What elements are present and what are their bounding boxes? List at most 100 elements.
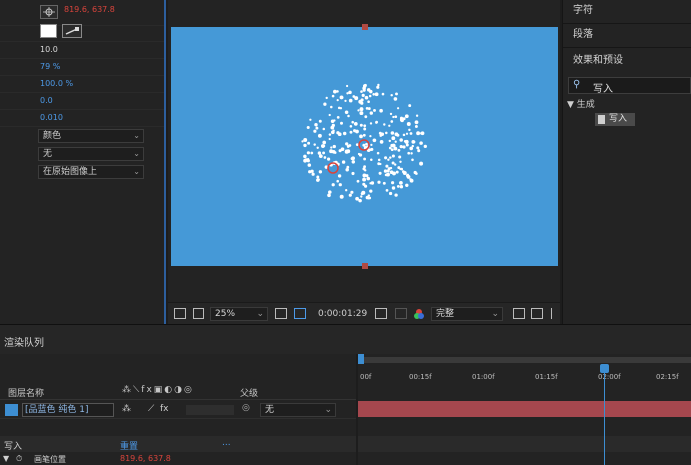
- shy-switch-icon[interactable]: ⁂: [122, 404, 131, 414]
- snapshot-icon[interactable]: [174, 308, 186, 319]
- quality-switch-icon[interactable]: ⟋: [148, 404, 154, 414]
- brush-position-value[interactable]: 819.6, 637.8: [64, 5, 115, 14]
- particle-dot: [313, 129, 317, 133]
- paint-style-dropdown[interactable]: 颜色 ⌄: [38, 129, 144, 143]
- layer-color-label[interactable]: [5, 404, 18, 416]
- panel-paragraph[interactable]: 段落: [563, 24, 691, 48]
- particle-dot: [345, 142, 349, 146]
- particle-dot: [330, 105, 333, 109]
- effect-row[interactable]: 写入 重置 ...: [0, 436, 356, 452]
- property-row[interactable]: ▼ ⏱ 画笔位置 819.6, 637.8: [0, 453, 356, 465]
- number-value-2[interactable]: 0.0: [40, 96, 53, 105]
- triangle-down-icon[interactable]: ▼: [3, 454, 9, 463]
- layer-duration-bar[interactable]: [358, 401, 691, 417]
- effect-options-link[interactable]: ...: [222, 438, 231, 448]
- particle-dot: [346, 165, 350, 169]
- particle-dot: [379, 140, 384, 144]
- percent-value-1[interactable]: 79 %: [40, 62, 60, 71]
- particle-dot: [376, 151, 380, 155]
- monitor-icon[interactable]: [193, 308, 204, 319]
- panel-characters[interactable]: 字符: [563, 0, 691, 24]
- resolution-dropdown[interactable]: 完整 ⌄: [431, 307, 503, 321]
- particle-dot: [369, 122, 373, 125]
- layer-name-field[interactable]: [品蓝色 纯色 1]: [22, 403, 114, 417]
- particle-dot: [304, 158, 308, 162]
- more-icon[interactable]: [551, 308, 557, 319]
- particle-dot: [377, 83, 380, 87]
- particle-dot: [317, 151, 322, 155]
- anchor-handle-top[interactable]: [362, 24, 368, 30]
- particle-dot: [339, 194, 344, 199]
- col-parent[interactable]: 父级: [240, 386, 258, 399]
- percent-value-2[interactable]: 100.0 %: [40, 79, 73, 88]
- particle-dot: [376, 85, 380, 89]
- eyedropper-icon[interactable]: [62, 24, 82, 38]
- channel-icon[interactable]: [395, 308, 407, 319]
- particle-dot: [406, 174, 411, 179]
- panel-effects-presets[interactable]: 效果和预设: [563, 50, 691, 74]
- effect-reset-link[interactable]: 重置: [120, 439, 138, 452]
- particle-dot: [399, 144, 403, 149]
- property-value[interactable]: 819.6, 637.8: [120, 454, 171, 463]
- playhead-handle[interactable]: [600, 364, 609, 373]
- particle-dot: [394, 193, 398, 197]
- color-swatch[interactable]: [40, 24, 57, 38]
- effects-search-input[interactable]: ⚲ 写入: [568, 77, 691, 95]
- particle-dot: [373, 108, 376, 112]
- particle-dot: [377, 162, 381, 166]
- brush-target-marker[interactable]: [327, 162, 339, 174]
- particle-dot: [367, 100, 370, 104]
- dropdown-2[interactable]: 无 ⌄: [38, 147, 144, 161]
- particle-dot: [388, 191, 393, 196]
- switch-boxes[interactable]: [186, 405, 234, 415]
- particle-dot: [358, 99, 363, 104]
- switches-icons: ⁂⟍fx▣◐◑◎: [122, 385, 194, 395]
- particle-dot: [384, 156, 388, 160]
- number-value-1[interactable]: 10.0: [40, 45, 58, 54]
- particle-dot: [397, 148, 401, 152]
- layer-row[interactable]: [品蓝色 纯色 1] ⁂ ⟋ fx ◎ 无 ⌄: [0, 401, 356, 419]
- particle-dot: [333, 151, 337, 154]
- stopwatch-icon[interactable]: ⏱: [16, 454, 22, 464]
- particle-dot: [398, 155, 402, 159]
- crosshair-icon[interactable]: [40, 5, 58, 19]
- region-of-interest-icon[interactable]: [513, 308, 525, 319]
- camera-icon[interactable]: [375, 308, 387, 319]
- playhead-line: [604, 366, 605, 465]
- timecode[interactable]: 0:00:01:29: [318, 307, 367, 321]
- particle-dot: [416, 146, 420, 150]
- particle-dot: [358, 198, 362, 203]
- particle-dot: [399, 185, 404, 189]
- param-row: 0.0: [0, 93, 164, 110]
- grid-icon[interactable]: [531, 308, 543, 319]
- region-icon[interactable]: [275, 308, 287, 319]
- tab-render-queue[interactable]: 渲染队列: [4, 334, 44, 349]
- effect-item-write-on[interactable]: 写入: [595, 113, 635, 126]
- particle-dot: [360, 195, 363, 198]
- composition-canvas[interactable]: [171, 27, 558, 266]
- transparency-grid-icon[interactable]: [294, 308, 306, 319]
- particle-dot: [336, 98, 339, 102]
- particle-dot: [405, 132, 409, 135]
- anchor-handle-bottom[interactable]: [362, 263, 368, 269]
- particle-dot: [322, 127, 326, 131]
- pickwhip-icon[interactable]: ◎: [242, 403, 250, 413]
- color-channels-icon[interactable]: [413, 308, 425, 323]
- time-ruler[interactable]: 00f 00:15f 01:00f 01:15f 02:00f 02:15f: [358, 363, 691, 383]
- col-layer-name[interactable]: 图层名称: [8, 386, 44, 399]
- particle-dot: [313, 143, 316, 146]
- zoom-dropdown[interactable]: 25% ⌄: [210, 307, 268, 321]
- fx-switch-icon[interactable]: fx: [160, 404, 169, 414]
- search-icon: ⚲: [573, 79, 581, 90]
- parent-dropdown[interactable]: 无 ⌄: [260, 403, 336, 417]
- paint-on-dropdown[interactable]: 在原始图像上 ⌄: [38, 165, 144, 179]
- particle-dot: [391, 181, 395, 185]
- particle-dot: [337, 132, 342, 137]
- number-value-3[interactable]: 0.010: [40, 113, 63, 122]
- particle-dot: [331, 183, 335, 187]
- particle-dot: [388, 139, 392, 143]
- particle-dot: [318, 170, 323, 174]
- particle-dot: [402, 133, 406, 137]
- category-generate[interactable]: ▼ 生成: [567, 97, 595, 110]
- particle-dot: [406, 122, 411, 126]
